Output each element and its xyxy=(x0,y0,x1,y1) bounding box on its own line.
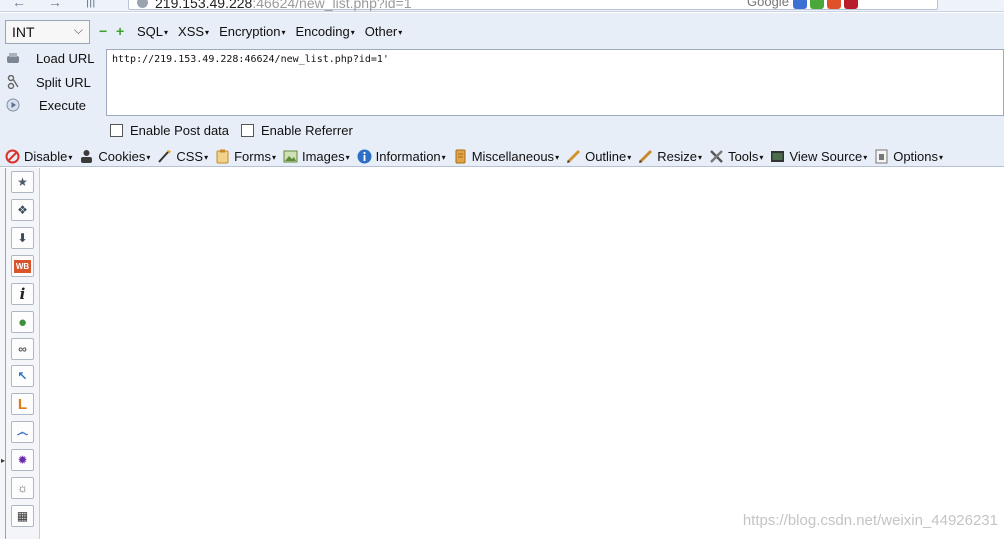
sidebar-button[interactable]: ∞ xyxy=(11,338,34,360)
tools-icon xyxy=(710,149,723,163)
url-textarea[interactable]: http://219.153.49.228:46624/new_list.php… xyxy=(106,49,1004,116)
link-chain-icon: ∞ xyxy=(18,342,27,356)
web-developer-toolbar: Disable Cookies CSS Forms Images Informa… xyxy=(0,145,1004,167)
sidebar-button[interactable]: ☼ xyxy=(11,477,34,499)
enable-post-label: Enable Post data xyxy=(130,123,230,138)
menu-css[interactable]: CSS xyxy=(157,149,208,164)
sidebar-button[interactable]: ● xyxy=(11,311,34,333)
sidebar-edge xyxy=(5,168,6,539)
sidebar-button[interactable]: L xyxy=(11,393,34,415)
layout-grid-icon: ▦ xyxy=(16,509,29,523)
watermark: https://blog.csdn.net/weixin_44926231 xyxy=(742,512,998,529)
page-content xyxy=(41,168,1004,539)
menu-cookies[interactable]: Cookies xyxy=(79,149,150,164)
addon-red-icon[interactable] xyxy=(844,0,858,9)
menu-information[interactable]: Information xyxy=(357,149,446,164)
images-icon xyxy=(283,150,298,162)
addons-puzzle-icon: ❖ xyxy=(17,203,28,217)
information-icon xyxy=(357,149,372,163)
css-icon xyxy=(158,149,172,163)
hackbar-panel: INT ⌵ − + SQL XSS Encryption Encoding Ot… xyxy=(0,13,1004,167)
menu-resize[interactable]: Resize xyxy=(638,149,702,164)
split-url-label: Split URL xyxy=(36,75,91,90)
forward-icon[interactable]: → xyxy=(48,0,62,10)
options-icon xyxy=(875,149,888,163)
cookies-icon xyxy=(81,149,93,163)
sidebar-button[interactable]: i xyxy=(11,283,34,305)
chevron-down-icon: ⌵ xyxy=(73,23,83,37)
injection-type-select[interactable]: INT ⌵ xyxy=(5,20,90,44)
forms-icon xyxy=(216,149,229,163)
menu-miscellaneous[interactable]: Miscellaneous xyxy=(453,149,559,164)
sidebar-button[interactable]: ↖ xyxy=(11,365,34,387)
injection-type-value: INT xyxy=(12,24,35,40)
address-text: 219.153.49.228:46624/new_list.php?id=1 xyxy=(155,0,412,11)
search-engine-label[interactable]: Google xyxy=(747,0,789,9)
load-url-label: Load URL xyxy=(36,51,95,66)
resize-icon xyxy=(639,149,653,163)
execute-button[interactable]: Execute xyxy=(4,96,104,116)
load-url-icon xyxy=(7,53,19,63)
menu-tools[interactable]: Tools xyxy=(709,149,763,164)
view-source-icon xyxy=(771,150,785,162)
menu-xss[interactable]: XSS xyxy=(178,24,209,39)
menu-outline[interactable]: Outline xyxy=(566,149,631,164)
collapse-marker-icon[interactable]: ▸ xyxy=(1,456,5,465)
back-icon[interactable]: ← xyxy=(12,0,26,10)
miscellaneous-icon xyxy=(455,149,466,163)
library-icon[interactable]: ||| xyxy=(86,0,95,8)
cursor-select-icon: ↖ xyxy=(17,369,28,383)
addon-green-icon[interactable] xyxy=(810,0,824,9)
wb-icon: WB xyxy=(13,259,32,273)
sidebar-button[interactable]: ❖ xyxy=(11,199,34,221)
globe-icon xyxy=(137,0,148,8)
menu-encoding[interactable]: Encoding xyxy=(296,24,355,39)
outline-icon xyxy=(567,149,581,163)
swirl-icon: ෴ xyxy=(16,424,29,439)
enable-post-box[interactable] xyxy=(110,124,123,137)
virus-icon: ✹ xyxy=(17,453,28,467)
increase-icon[interactable]: + xyxy=(116,24,124,38)
menu-encryption[interactable]: Encryption xyxy=(219,24,285,39)
menu-disable[interactable]: Disable xyxy=(5,149,72,164)
palette-icon: ☼ xyxy=(17,481,28,495)
decrease-icon[interactable]: − xyxy=(99,24,107,38)
left-sidebar: ▸ ★ ❖ ⬇ WB i ● ∞ ↖ L ෴ ✹ ☼ ▦ xyxy=(0,168,40,539)
bookmark-star-icon: ★ xyxy=(17,175,28,189)
execute-label: Execute xyxy=(39,98,86,113)
sidebar-button[interactable]: ෴ xyxy=(11,421,34,443)
disable-icon xyxy=(5,149,20,163)
addon-orange-icon[interactable] xyxy=(827,0,841,9)
info-italic-icon: i xyxy=(19,285,26,303)
split-url-icon xyxy=(7,75,19,89)
menu-forms[interactable]: Forms xyxy=(215,149,276,164)
load-url-button[interactable]: Load URL xyxy=(4,49,104,69)
search-engine-icon[interactable] xyxy=(793,0,807,9)
menu-sql[interactable]: SQL xyxy=(137,24,168,39)
sidebar-button[interactable]: ★ xyxy=(11,171,34,193)
orange-l-icon: L xyxy=(17,395,28,413)
menu-other[interactable]: Other xyxy=(365,24,403,39)
browser-toolbar: ← → ||| 219.153.49.228:46624/new_list.ph… xyxy=(0,0,1004,12)
green-ball-icon: ● xyxy=(17,313,28,331)
execute-play-icon xyxy=(6,98,20,112)
sidebar-button[interactable]: ⬇ xyxy=(11,227,34,249)
enable-referrer-label: Enable Referrer xyxy=(261,123,353,138)
menu-view-source[interactable]: View Source xyxy=(770,149,867,164)
sidebar-button[interactable]: ✹ xyxy=(11,449,34,471)
addon-badges xyxy=(793,0,858,9)
split-url-button[interactable]: Split URL xyxy=(4,73,104,93)
enable-referrer-box[interactable] xyxy=(241,124,254,137)
download-icon: ⬇ xyxy=(17,231,28,245)
menu-options[interactable]: Options xyxy=(874,149,943,164)
sidebar-button[interactable]: WB xyxy=(11,255,34,277)
hackbar-menus: SQL XSS Encryption Encoding Other xyxy=(137,24,402,39)
sidebar-button[interactable]: ▦ xyxy=(11,505,34,527)
address-bar[interactable]: 219.153.49.228:46624/new_list.php?id=1 G… xyxy=(128,0,938,11)
menu-images[interactable]: Images xyxy=(283,149,350,164)
